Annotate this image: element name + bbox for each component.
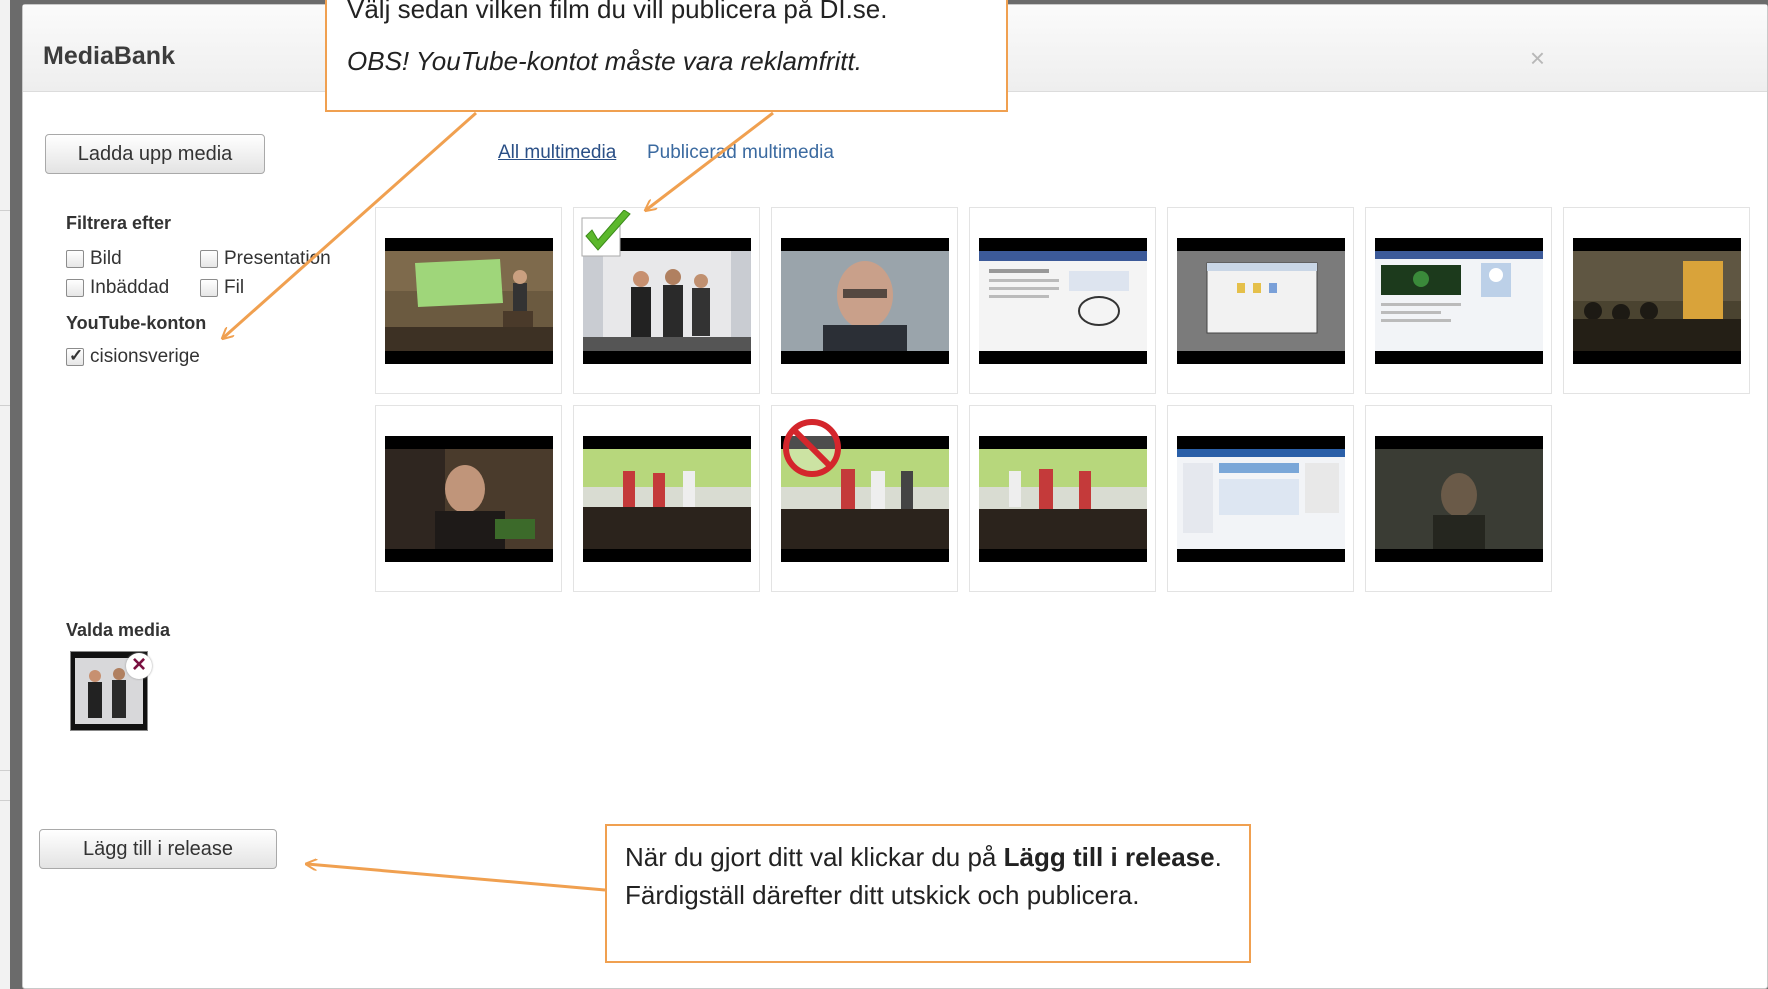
desktop-scene [1177,251,1345,351]
crowd-scene [979,449,1147,549]
dialog-title: MediaBank [43,42,175,70]
annotation-bottom-text: När du gjort ditt val klickar du på [625,842,1004,872]
annotation-top-line2: OBS! YouTube-kontot måste vara reklamfri… [347,46,862,76]
video-thumbnail [1573,238,1741,364]
media-thumbnail[interactable] [375,405,562,592]
filter-inbaddad[interactable]: Inbäddad [66,277,169,299]
backdrop-divider [0,405,10,406]
checkbox-cisionsverige[interactable] [66,346,84,366]
stage-scene [583,251,751,351]
selected-media-heading: Valda media [66,620,171,640]
video-thumbnail [781,238,949,364]
man-portrait-scene [385,449,553,549]
video-thumbnail [385,238,553,364]
filter-fil[interactable]: Fil [200,277,244,299]
webpage-scene [979,251,1147,351]
video-thumbnail [979,238,1147,364]
remove-selected-icon[interactable]: × [126,653,152,679]
webpage-scene [1177,449,1345,549]
media-thumbnail[interactable] [1167,405,1354,592]
media-thumbnail[interactable] [1365,207,1552,394]
page-backdrop [0,0,10,989]
filter-bild[interactable]: Bild [66,248,122,270]
annotation-top-line1: Välj sedan vilken film du vill publicera… [347,0,888,24]
filter-presentation[interactable]: Presentation [200,248,331,270]
filter-heading: Filtrera efter [66,213,172,233]
media-thumbnail[interactable] [1365,405,1552,592]
crowd-scene [583,449,751,549]
video-thumbnail [1177,238,1345,364]
tab-all-multimedia[interactable]: All multimedia [498,142,616,164]
presentation-scene [385,251,553,351]
checkbox-inbaddad[interactable] [66,279,84,297]
media-thumbnail[interactable] [771,207,958,394]
blocked-icon [783,419,841,477]
annotation-bottom: När du gjort ditt val klickar du på Lägg… [605,824,1251,963]
youtube-account-cisionsverige[interactable]: cisionsverige [66,346,200,368]
tab-published-multimedia[interactable]: Publicerad multimedia [647,142,834,164]
backdrop-divider [0,770,10,771]
filter-label: Presentation [224,248,331,269]
checkbox-fil[interactable] [200,279,218,297]
close-icon[interactable]: × [1530,45,1545,71]
filter-label: Fil [224,277,245,298]
video-thumbnail [583,436,751,562]
checkmark-icon [581,210,631,257]
profile-page-scene [1375,251,1543,351]
media-thumbnail[interactable] [1563,207,1750,394]
media-thumbnail[interactable] [1167,207,1354,394]
account-label: cisionsverige [90,346,200,367]
video-thumbnail [1375,436,1543,562]
annotation-top: Välj sedan vilken film du vill publicera… [325,0,1008,112]
checkbox-bild[interactable] [66,250,84,268]
filter-label: Bild [90,248,122,269]
filter-label: Inbäddad [90,277,170,298]
video-thumbnail [385,436,553,562]
annotation-bottom-bold: Lägg till i release [1003,842,1215,872]
audience-scene [1573,251,1741,351]
interview-scene [781,251,949,351]
upload-media-button[interactable]: Ladda upp media [45,134,265,174]
youtube-accounts-heading: YouTube-konton [66,313,207,333]
media-thumbnail[interactable] [375,207,562,394]
webcam-scene [1375,449,1543,549]
add-to-release-button[interactable]: Lägg till i release [39,829,277,869]
backdrop-divider [0,210,10,211]
media-thumbnail[interactable] [969,207,1156,394]
media-thumbnail-selected[interactable] [573,207,760,394]
backdrop-divider [0,800,10,801]
checkbox-presentation[interactable] [200,250,218,268]
media-thumbnail[interactable] [969,405,1156,592]
video-thumbnail [1375,238,1543,364]
media-thumbnail[interactable] [573,405,760,592]
media-thumbnail-blocked[interactable] [771,405,958,592]
video-thumbnail [1177,436,1345,562]
video-thumbnail [979,436,1147,562]
